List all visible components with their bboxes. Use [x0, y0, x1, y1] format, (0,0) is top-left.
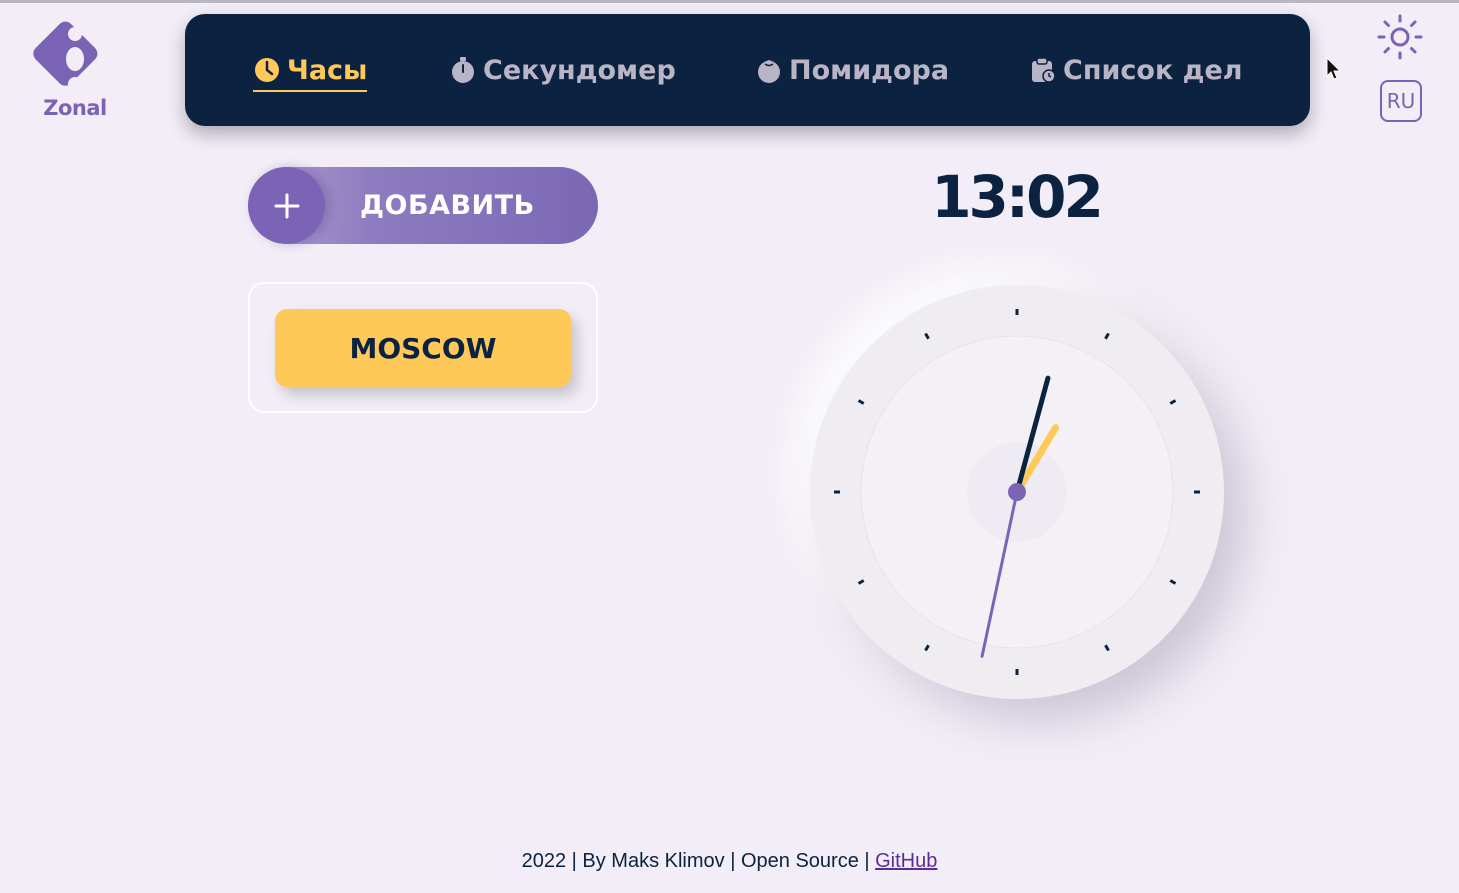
city-list: MOSCOW: [248, 282, 598, 413]
nav-item-pomodoro[interactable]: Помидора: [755, 14, 949, 126]
clock-tick-mark: [857, 579, 865, 585]
analog-clock: [810, 285, 1224, 699]
clock-tick-mark: [1104, 332, 1110, 340]
window-top-border: [0, 0, 1459, 3]
sun-icon: [1377, 14, 1423, 60]
main-navbar: Часы Секундомер Помидора Список дел: [185, 14, 1310, 126]
github-link[interactable]: GitHub: [875, 850, 937, 872]
nav-item-label: Список дел: [1063, 54, 1243, 86]
clock-center-pin: [1008, 483, 1026, 501]
clipboard-icon: [1029, 56, 1057, 84]
tomato-icon: [755, 56, 783, 84]
mouse-cursor-icon: [1326, 57, 1342, 80]
footer-text: 2022 | By Maks Klimov | Open Source |: [521, 850, 876, 872]
add-button-label: ДОБАВИТЬ: [360, 190, 535, 221]
logo-text: Zonal: [43, 96, 107, 120]
clock-tick-mark: [1169, 579, 1177, 585]
nav-item-label: Помидора: [789, 54, 950, 86]
nav-item-todo[interactable]: Список дел: [1029, 14, 1243, 126]
nav-item-clock[interactable]: Часы: [253, 14, 368, 126]
clock-tick-mark: [924, 644, 930, 652]
city-button-moscow[interactable]: MOSCOW: [275, 309, 571, 387]
clock-tick-mark: [924, 332, 930, 340]
plus-icon: [248, 167, 325, 244]
nav-item-stopwatch[interactable]: Секундомер: [449, 14, 676, 126]
clock-tick-mark: [1104, 644, 1110, 652]
active-tab-underline: [253, 90, 368, 92]
nav-item-label: Секундомер: [483, 54, 676, 86]
theme-toggle-button[interactable]: [1377, 14, 1423, 60]
stopwatch-icon: [449, 56, 477, 84]
clock-icon: [253, 56, 281, 84]
language-toggle-button[interactable]: RU: [1380, 80, 1422, 122]
clock-tick-mark: [1169, 399, 1177, 405]
clock-tick-mark: [857, 399, 865, 405]
logo[interactable]: Zonal: [30, 18, 120, 126]
logo-icon: [33, 21, 98, 91]
nav-item-label: Часы: [287, 54, 368, 86]
clock-face: [834, 309, 1200, 675]
footer: 2022 | By Maks Klimov | Open Source | Gi…: [0, 850, 1459, 873]
digital-time: 13:02: [931, 163, 1104, 231]
add-city-button[interactable]: ДОБАВИТЬ: [248, 167, 598, 244]
